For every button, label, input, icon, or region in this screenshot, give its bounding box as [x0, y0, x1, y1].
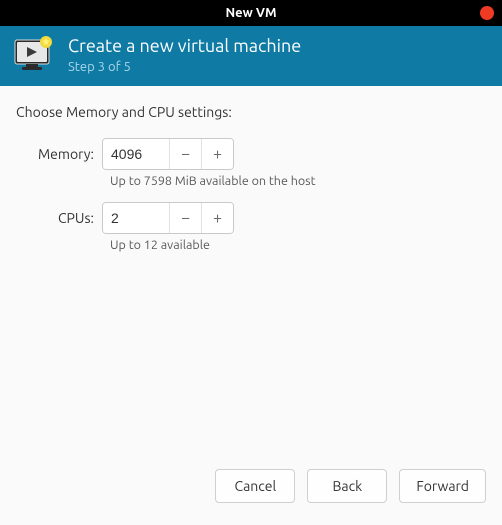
wizard-footer: Cancel Back Forward: [0, 469, 502, 525]
cpus-decrement-button[interactable]: −: [169, 203, 201, 233]
cpus-stepper: − +: [102, 202, 234, 234]
plus-icon: +: [213, 145, 222, 163]
wizard-content: Choose Memory and CPU settings: Memory: …: [0, 86, 502, 469]
wizard-step: Step 3 of 5: [68, 60, 301, 74]
wizard-header-text: Create a new virtual machine Step 3 of 5: [68, 36, 301, 74]
titlebar: New VM: [0, 0, 502, 26]
new-vm-window: New VM Create a new virtual machine Step…: [0, 0, 502, 525]
vm-icon: [12, 34, 54, 76]
minus-icon: −: [181, 209, 190, 227]
memory-stepper: − +: [102, 138, 234, 170]
plus-icon: +: [213, 209, 222, 227]
cpus-label: CPUs:: [16, 210, 102, 226]
close-icon[interactable]: [480, 6, 494, 20]
cpus-hint: Up to 12 available: [110, 238, 486, 252]
memory-input[interactable]: [103, 139, 169, 169]
memory-label: Memory:: [16, 146, 102, 162]
minus-icon: −: [181, 145, 190, 163]
window-title: New VM: [225, 6, 276, 20]
memory-hint: Up to 7598 MiB available on the host: [110, 174, 486, 188]
memory-row: Memory: − +: [16, 138, 486, 170]
wizard-header: Create a new virtual machine Step 3 of 5: [0, 26, 502, 86]
forward-button[interactable]: Forward: [399, 469, 486, 503]
memory-decrement-button[interactable]: −: [169, 139, 201, 169]
cpus-row: CPUs: − +: [16, 202, 486, 234]
cpus-input[interactable]: [103, 203, 169, 233]
section-title: Choose Memory and CPU settings:: [16, 104, 486, 120]
cpus-increment-button[interactable]: +: [201, 203, 233, 233]
back-button[interactable]: Back: [307, 469, 387, 503]
wizard-title: Create a new virtual machine: [68, 36, 301, 58]
memory-increment-button[interactable]: +: [201, 139, 233, 169]
cancel-button[interactable]: Cancel: [215, 469, 295, 503]
